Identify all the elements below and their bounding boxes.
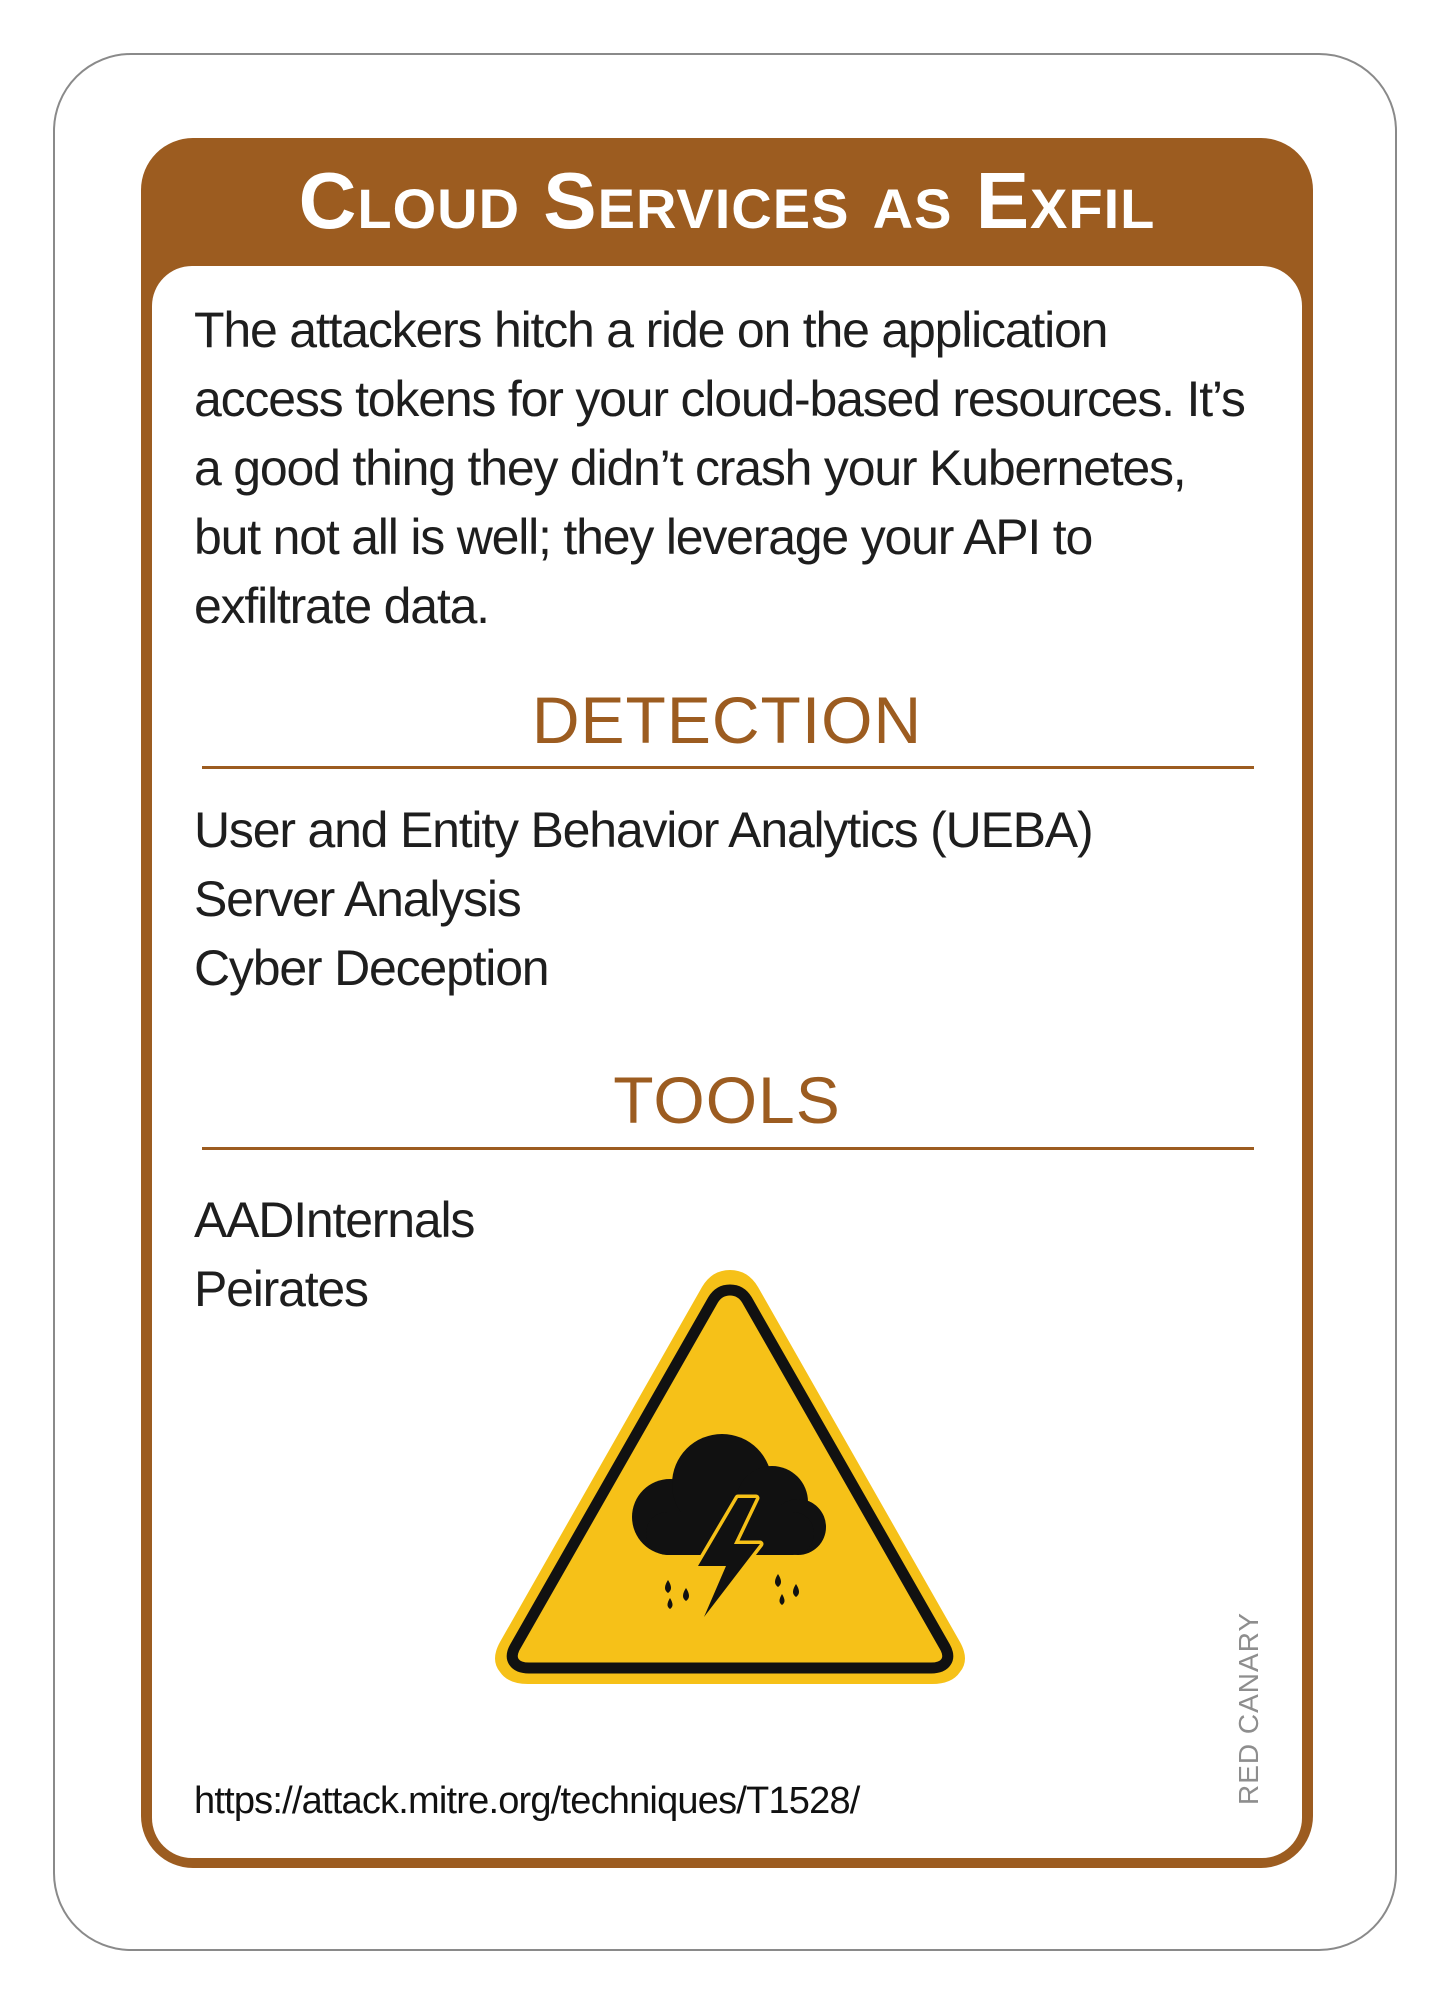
mitre-technique-link[interactable]: https://attack.mitre.org/techniques/T152… xyxy=(194,1778,994,1824)
detection-item: User and Entity Behavior Analytics (UEBA… xyxy=(194,802,1094,858)
tools-heading: TOOLS xyxy=(613,1063,841,1137)
detection-divider xyxy=(202,766,1254,769)
card-title: Cloud Services as Exfil xyxy=(298,156,1156,245)
detection-list: User and Entity Behavior Analytics (UEBA… xyxy=(194,796,1254,1003)
card-description: The attackers hitch a ride on the applic… xyxy=(194,302,1246,634)
brand-label: RED CANARY xyxy=(1233,1611,1264,1805)
detection-heading: DETECTION xyxy=(531,683,923,757)
tools-divider xyxy=(202,1147,1254,1150)
tools-item: AADInternals xyxy=(194,1192,475,1248)
detection-item: Cyber Deception xyxy=(194,940,550,996)
detection-item: Server Analysis xyxy=(194,871,522,927)
storm-warning-icon xyxy=(495,1270,965,1684)
